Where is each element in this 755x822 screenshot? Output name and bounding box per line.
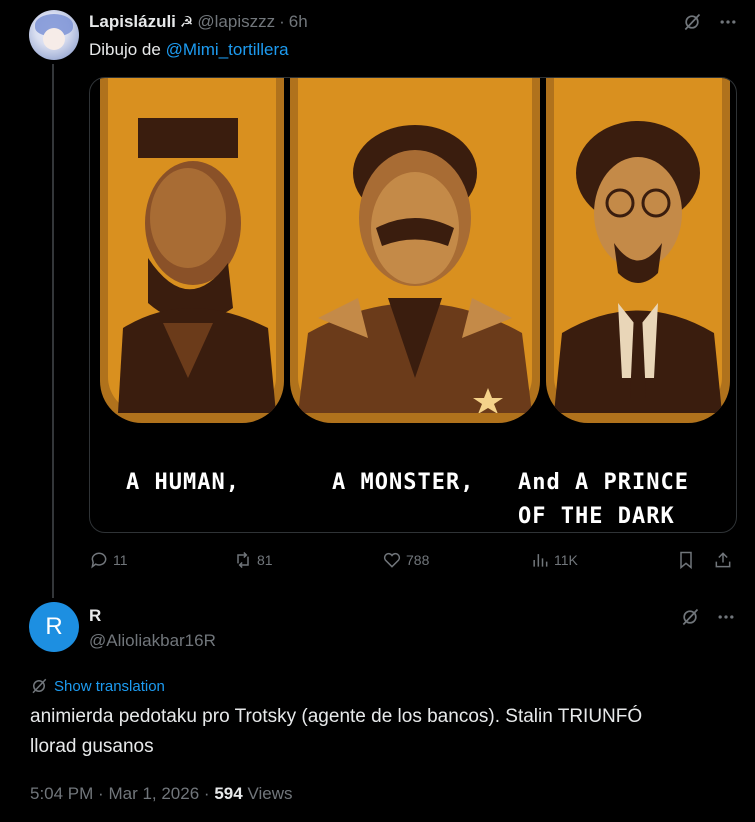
reply-text: animierda pedotaku pro Trotsky (agente d… (30, 702, 730, 762)
tweet-text: Dibujo de @Mimi_tortillera (89, 40, 289, 60)
separator: · (279, 12, 285, 31)
tweet-text-prefix: Dibujo de (89, 40, 166, 59)
reply-icon (91, 552, 107, 569)
grok-icon[interactable] (678, 605, 702, 629)
reply-text-line: llorad gusanos (30, 736, 154, 757)
like-count: 788 (406, 552, 430, 568)
tweet-time[interactable]: 6h (289, 12, 308, 32)
avatar[interactable]: R (29, 602, 79, 652)
separator: · (98, 784, 104, 803)
reply-button[interactable]: 11 (89, 550, 128, 570)
more-icon[interactable] (716, 10, 740, 34)
author-name[interactable]: Lapislázuli (89, 12, 176, 32)
views-icon (533, 554, 548, 567)
mention-link[interactable]: @Mimi_tortillera (166, 40, 289, 59)
avatar[interactable] (29, 10, 79, 60)
image-caption: OF THE DARK (518, 504, 675, 529)
reply-views-label: Views (247, 784, 293, 803)
portrait-panel-left (100, 78, 284, 423)
show-translation-link[interactable]: Show translation (30, 677, 165, 695)
grok-icon[interactable] (680, 10, 704, 34)
repost-icon (237, 551, 249, 569)
views-button[interactable]: 11K (530, 550, 578, 570)
repost-count: 81 (257, 552, 273, 568)
show-translation-label[interactable]: Show translation (54, 678, 165, 695)
reply-view-count: 594 (214, 784, 243, 803)
bookmark-icon (680, 551, 692, 570)
reply-time[interactable]: 5:04 PM (30, 784, 93, 803)
separator: · (203, 784, 210, 803)
view-count: 11K (554, 552, 578, 568)
tweet-meta: 5:04 PM · Mar 1, 2026 · 594 Views (30, 784, 292, 804)
share-icon (715, 552, 731, 568)
tweet-image[interactable]: A HUMAN, A MONSTER, And A PRINCE OF THE … (89, 77, 737, 533)
portrait-panel-right (546, 78, 730, 423)
reply-date[interactable]: Mar 1, 2026 (108, 784, 199, 803)
author-name[interactable]: R (89, 606, 101, 626)
repost-button[interactable]: 81 (233, 550, 273, 570)
share-button[interactable] (713, 550, 733, 570)
image-caption: A HUMAN, (126, 470, 240, 495)
parent-tweet[interactable]: Lapislázuli ☭ @lapiszzz · 6h Dibujo de @… (0, 0, 755, 600)
reply-count: 11 (113, 552, 128, 568)
tweet-header: Lapislázuli ☭ @lapiszzz · 6h (89, 12, 308, 32)
image-caption: A MONSTER, (332, 470, 475, 495)
hammer-sickle-icon: ☭ (179, 14, 194, 31)
action-bar: 11 81 788 11K (89, 550, 739, 574)
author-handle[interactable]: @Alioliakbar16R (89, 631, 216, 651)
bookmark-button[interactable] (676, 550, 696, 570)
image-caption: And A PRINCE (518, 470, 689, 495)
reply-text-line: animierda pedotaku pro Trotsky (agente d… (30, 706, 643, 727)
like-button[interactable]: 788 (382, 550, 429, 570)
like-icon (383, 552, 401, 568)
portrait-panel-center (290, 78, 540, 423)
translate-icon (32, 678, 47, 694)
author-handle[interactable]: @lapiszzz (197, 12, 275, 32)
more-icon[interactable] (714, 605, 738, 629)
